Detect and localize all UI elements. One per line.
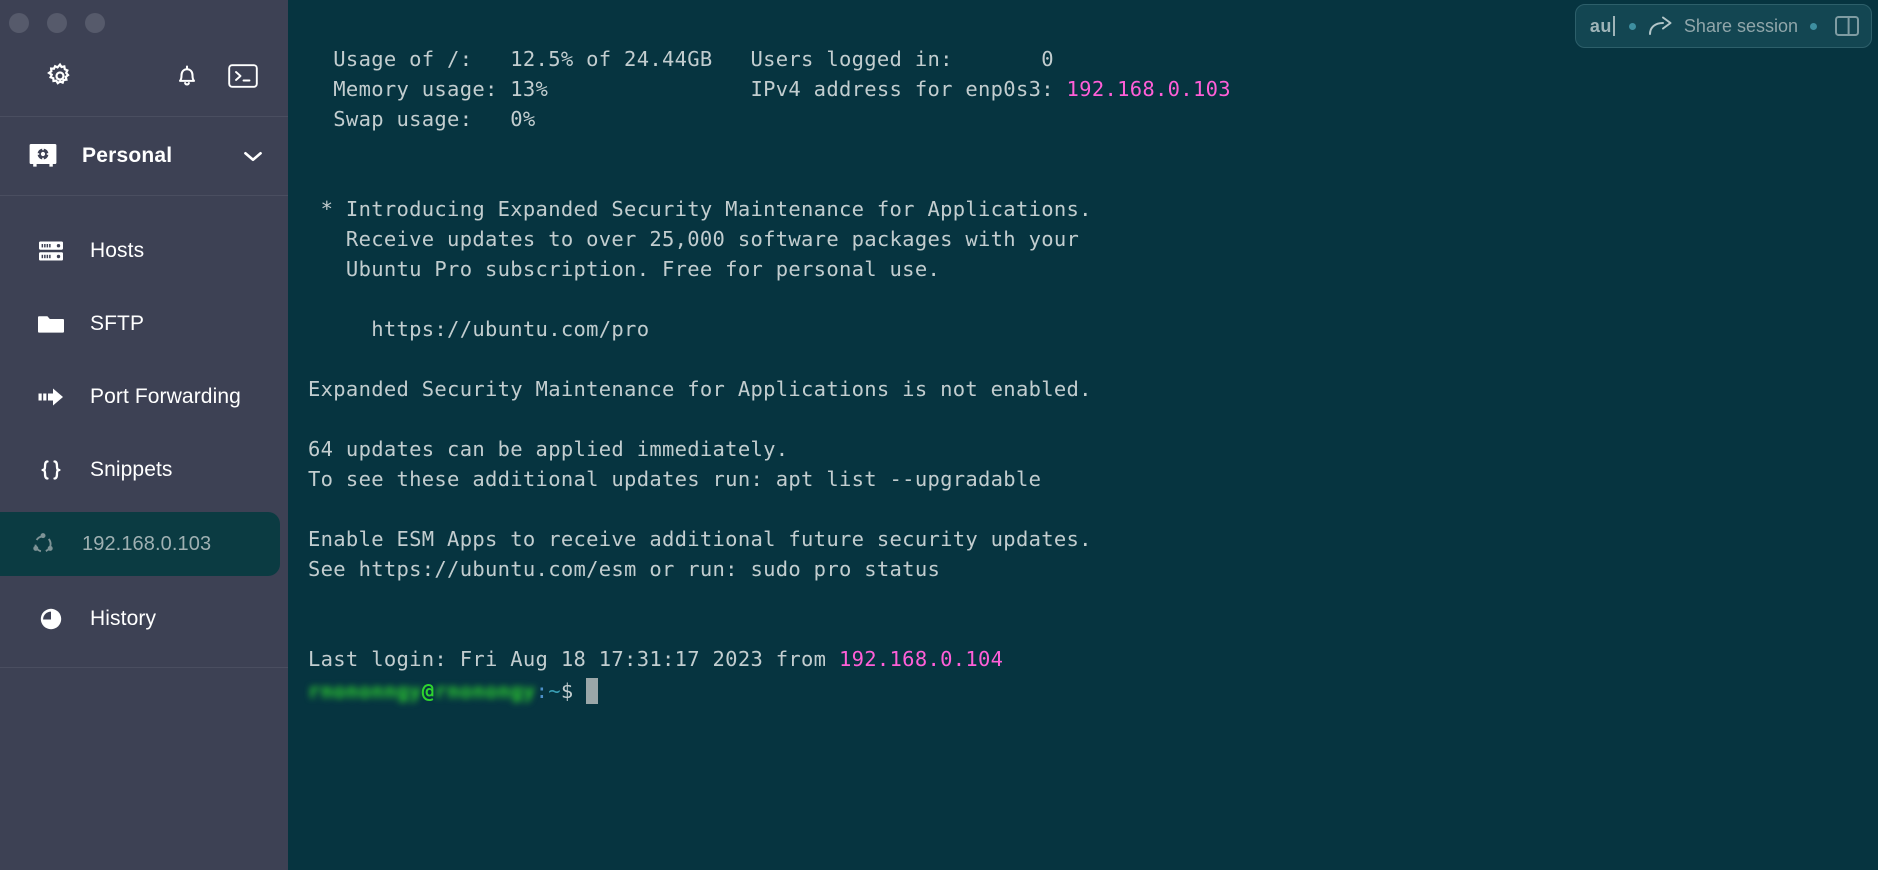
prompt-hostname-redacted: rnonongy [434,676,535,706]
chevron-down-icon[interactable] [240,143,266,169]
close-button[interactable] [9,13,29,33]
folder-icon [34,307,68,341]
text-caret [1613,16,1615,36]
vault-icon [26,139,60,173]
terminal-line: Receive updates to over 25,000 software … [308,224,1231,254]
sidebar-item-hosts[interactable]: Hosts [8,214,280,287]
sidebar-item-label: Hosts [90,239,144,263]
terminal-line: Memory usage: 13% IPv4 address for enp0s… [308,74,1231,104]
bell-icon[interactable] [170,59,204,93]
terminal-line [308,164,1231,194]
terminal-cursor [586,678,598,704]
sidebar-divider-bottom [0,667,288,668]
window-traffic-lights [0,0,288,36]
sidebar-item-label: 192.168.0.103 [82,533,211,556]
status-dot-left [1629,23,1636,30]
terminal-line: Ubuntu Pro subscription. Free for person… [308,254,1231,284]
app-window: Personal [0,0,1878,870]
gear-icon[interactable] [43,59,77,93]
vault-label: Personal [82,144,218,168]
sidebar-item-snippets[interactable]: Snippets [8,433,280,506]
sidebar: Personal [0,0,288,870]
terminal-last-login-line: Last login: Fri Aug 18 17:31:17 2023 fro… [308,644,1231,674]
sidebar-item-label: History [90,607,156,631]
sidebar-item-port-forwarding[interactable]: Port Forwarding [8,360,280,433]
terminal-line: https://ubuntu.com/pro [308,314,1231,344]
server-icon [34,234,68,268]
split-pane-icon[interactable] [1833,13,1861,39]
status-dot-right [1810,23,1817,30]
minimize-button[interactable] [47,13,67,33]
terminal-line [308,404,1231,434]
braces-icon [34,453,68,487]
terminal-line: Swap usage: 0% [308,104,1231,134]
share-session-label[interactable]: Share session [1684,16,1798,37]
prompt-sigil: $ [561,676,574,706]
prompt-username-redacted: rnononngy [308,676,422,706]
vault-selector[interactable]: Personal [0,117,288,195]
sidebar-toolbar [0,36,288,116]
terminal-line [308,284,1231,314]
terminal-line: Expanded Security Maintenance for Applic… [308,374,1231,404]
prompt-colon: : [536,676,549,706]
share-arrow-icon[interactable] [1648,13,1674,39]
terminal-line: * Introducing Expanded Security Maintena… [308,194,1231,224]
terminal-icon[interactable] [226,59,260,93]
terminal-line: Usage of /: 12.5% of 24.44GB Users logge… [308,44,1231,74]
clock-icon [34,602,68,636]
terminal-output: Usage of /: 12.5% of 24.44GB Users logge… [308,44,1231,674]
sidebar-item-history[interactable]: History [8,582,280,655]
host-search-input[interactable]: au [1590,16,1612,37]
terminal-line [308,614,1231,644]
terminal-line [308,494,1231,524]
sidebar-item-label: SFTP [90,312,144,336]
terminal-line [308,344,1231,374]
sidebar-item-label: Snippets [90,458,173,482]
terminal-ipv4-address: 192.168.0.103 [1067,77,1231,101]
prompt-at-symbol: @ [422,676,435,706]
ubuntu-icon [26,527,60,561]
terminal-line: To see these additional updates run: apt… [308,464,1231,494]
shell-prompt-line: rnononngy@rnonongy:~$ [308,676,598,706]
prompt-path: ~ [548,676,561,706]
sidebar-item-label: Port Forwarding [90,385,241,409]
session-toolbar: au Share session [1575,4,1872,48]
terminal-last-login-ip: 192.168.0.104 [839,647,1003,671]
sidebar-nav: Hosts SFTP Port Forwar [0,196,288,668]
terminal-line: Enable ESM Apps to receive additional fu… [308,524,1231,554]
arrow-forward-icon [34,380,68,414]
terminal-line: See https://ubuntu.com/esm or run: sudo … [308,554,1231,584]
terminal-line [308,134,1231,164]
maximize-button[interactable] [85,13,105,33]
terminal-pane[interactable]: Usage of /: 12.5% of 24.44GB Users logge… [288,0,1878,870]
sidebar-item-sftp[interactable]: SFTP [8,287,280,360]
sidebar-item-session-192-168-0-103[interactable]: 192.168.0.103 [0,512,280,576]
terminal-line: 64 updates can be applied immediately. [308,434,1231,464]
terminal-line [308,584,1231,614]
